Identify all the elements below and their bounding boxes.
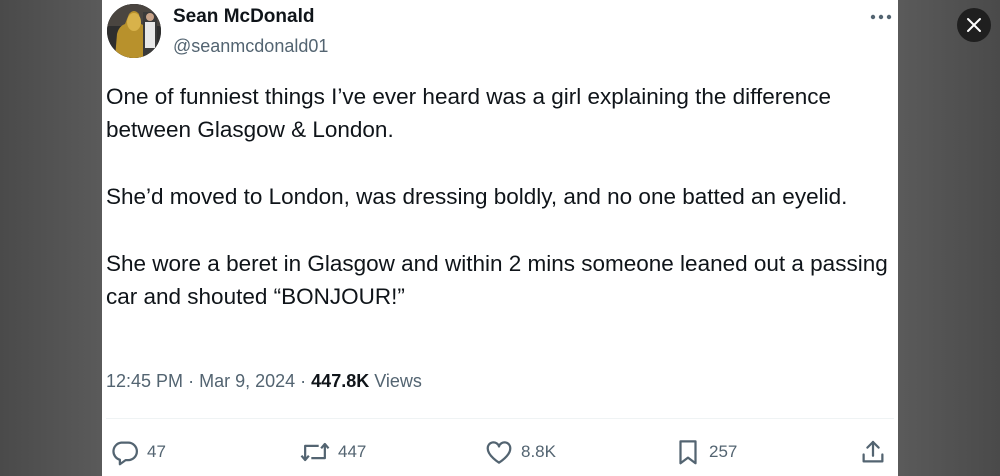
repost-count: 447 <box>338 442 367 461</box>
tweet-paragraph: She’d moved to London, was dressing bold… <box>106 184 848 209</box>
author-handle[interactable]: @seanmcdonald01 <box>173 36 328 57</box>
tweet-paragraph: One of funniest things I’ve ever heard w… <box>106 84 832 142</box>
close-button[interactable] <box>957 8 991 42</box>
more-options-button[interactable] <box>867 5 895 29</box>
avatar[interactable] <box>107 4 161 58</box>
tweet-card: Sean McDonald @seanmcdonald01 One of fun… <box>102 0 898 476</box>
repost-icon <box>300 442 330 462</box>
views-label: Views <box>374 371 422 391</box>
meta-separator: · <box>188 371 195 391</box>
bookmark-button[interactable]: 257 <box>674 432 737 472</box>
meta-separator: · <box>300 371 307 391</box>
tweet-time[interactable]: 12:45 PM <box>106 371 183 391</box>
author-name[interactable]: Sean McDonald <box>173 6 314 28</box>
like-button[interactable]: 8.8K <box>484 432 556 472</box>
bookmark-count: 257 <box>709 442 738 461</box>
like-count: 8.8K <box>521 442 556 461</box>
share-icon <box>862 440 884 463</box>
tweet-date[interactable]: Mar 9, 2024 <box>199 371 295 391</box>
more-horizontal-icon <box>870 14 892 20</box>
tweet-text: One of funniest things I’ve ever heard w… <box>106 80 896 313</box>
reply-icon <box>112 441 138 466</box>
action-bar: 47 447 8.8K 257 <box>102 432 898 472</box>
reply-count: 47 <box>147 442 166 461</box>
views-count[interactable]: 447.8K <box>311 371 369 391</box>
tweet-meta: 12:45 PM · Mar 9, 2024 · 447.8K Views <box>106 371 422 392</box>
share-button[interactable] <box>858 432 888 472</box>
heart-icon <box>486 441 512 464</box>
reply-button[interactable]: 47 <box>110 432 166 472</box>
bookmark-icon <box>679 440 697 465</box>
divider <box>106 418 894 419</box>
close-icon <box>967 18 981 32</box>
avatar-image <box>107 4 161 58</box>
tweet-paragraph: She wore a beret in Glasgow and within 2… <box>106 251 888 309</box>
repost-button[interactable]: 447 <box>299 432 366 472</box>
